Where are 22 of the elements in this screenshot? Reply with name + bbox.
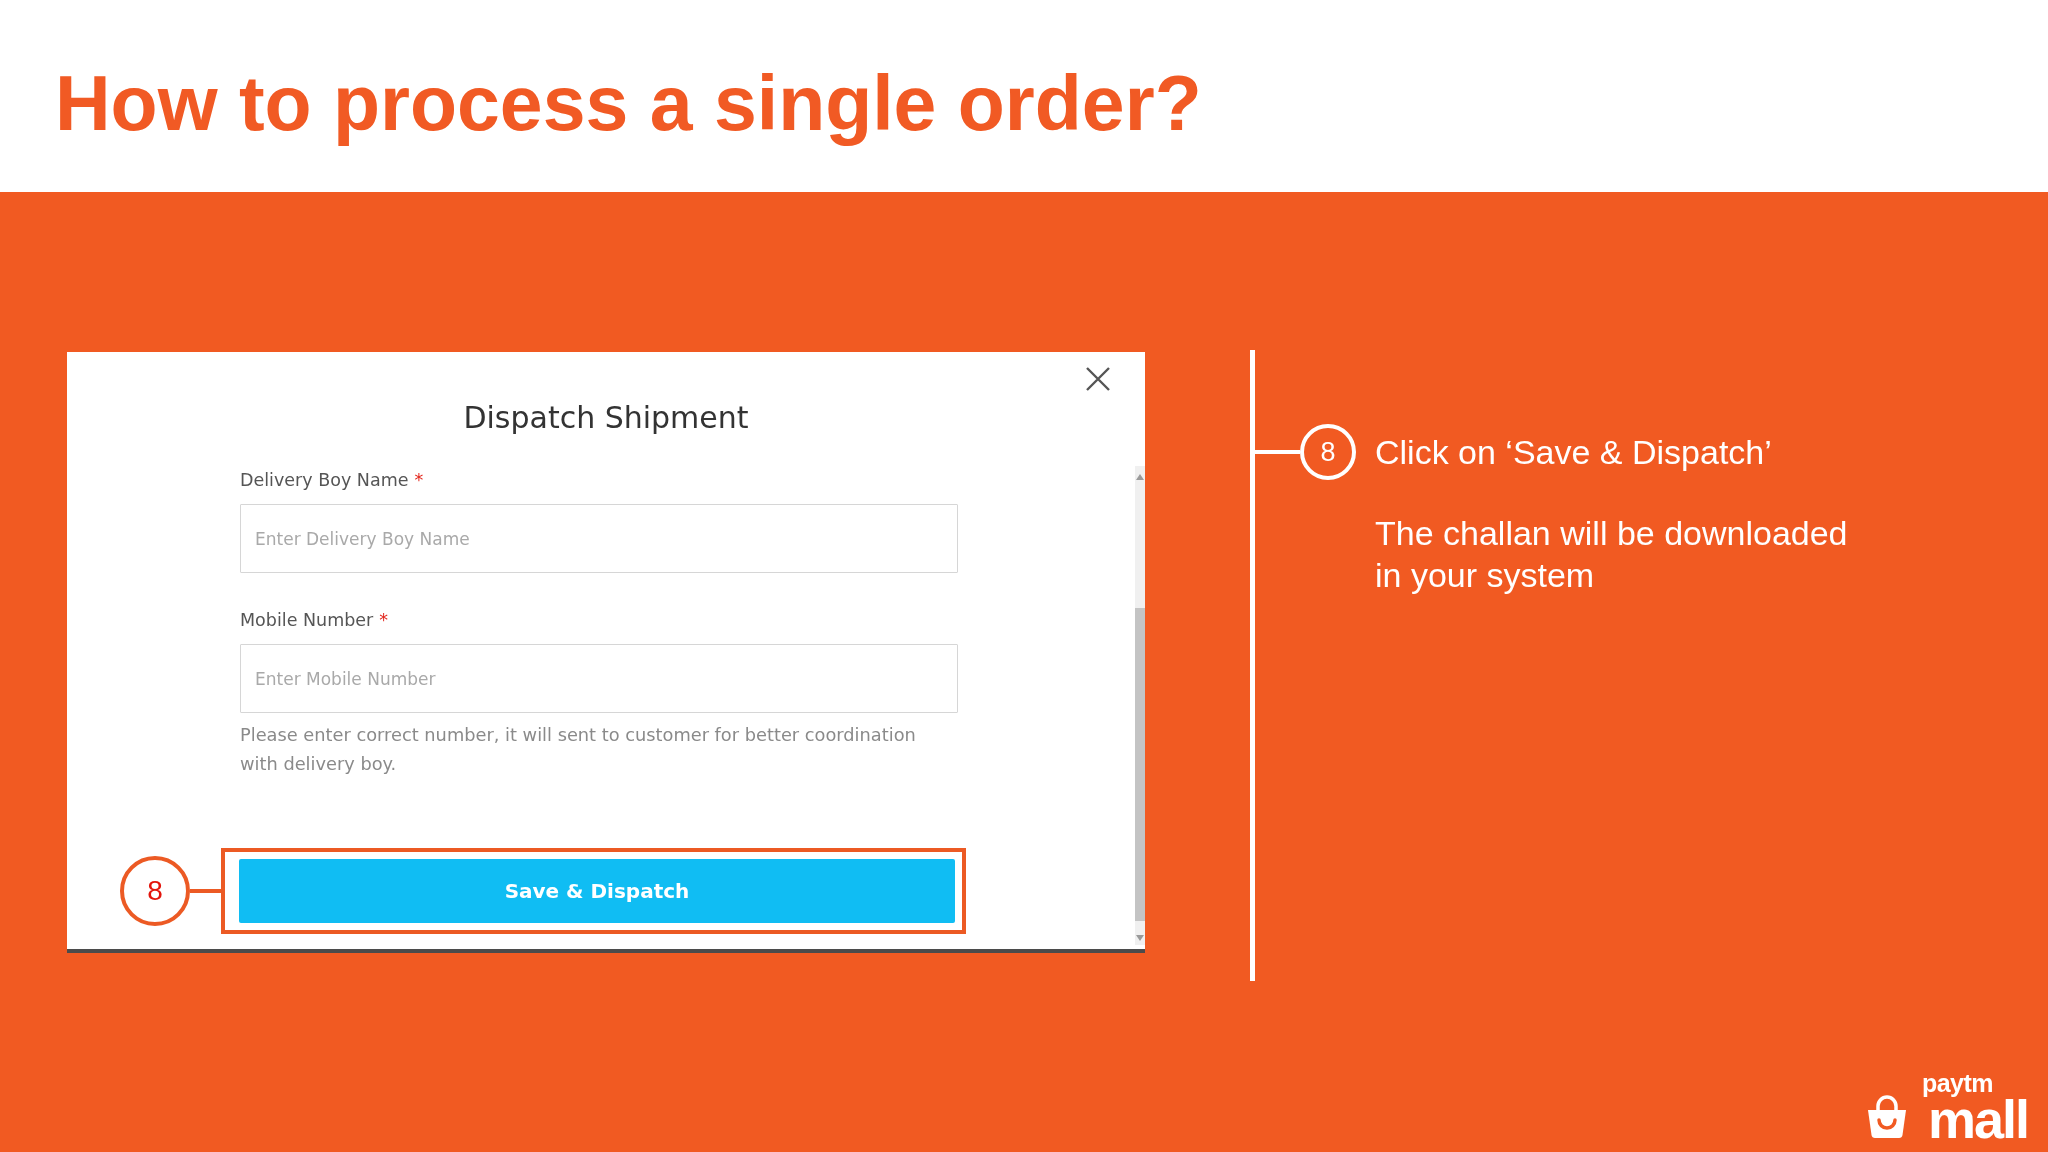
hint-text: Please enter correct number, it will sent to customer for better coordination with delivery boy. <box>240 723 917 776</box>
required-asterisk: * <box>379 609 389 632</box>
step-note: The challan will be downloaded in your system <box>1375 513 1849 596</box>
caret-up-icon[interactable] <box>1136 474 1144 480</box>
logo-text: mall <box>1927 1097 2028 1142</box>
scrollbar[interactable] <box>1135 466 1145 945</box>
scrollbar-thumb[interactable] <box>1135 608 1145 921</box>
save-dispatch-button[interactable]: Save & Dispatch <box>239 859 955 923</box>
required-asterisk: * <box>414 469 424 492</box>
dialog-title: Dispatch Shipment <box>463 400 749 436</box>
input-field[interactable]: Enter Delivery Boy Name <box>240 504 958 573</box>
close-icon <box>1085 366 1111 392</box>
field-label: Delivery Boy Name <box>240 469 409 492</box>
shopping-bag-icon <box>1865 1094 1908 1138</box>
step-badge: 8 <box>120 856 190 926</box>
step-instruction: Click on ‘Save & Dispatch’ <box>1375 432 1773 473</box>
caret-down-icon[interactable] <box>1136 935 1144 941</box>
step-badge: 8 <box>1300 424 1356 480</box>
field-label: Mobile Number <box>240 609 374 632</box>
logo-text: paytm <box>1921 1069 1995 1097</box>
close-button[interactable] <box>1085 366 1111 392</box>
input-field[interactable]: Enter Mobile Number <box>240 644 958 713</box>
